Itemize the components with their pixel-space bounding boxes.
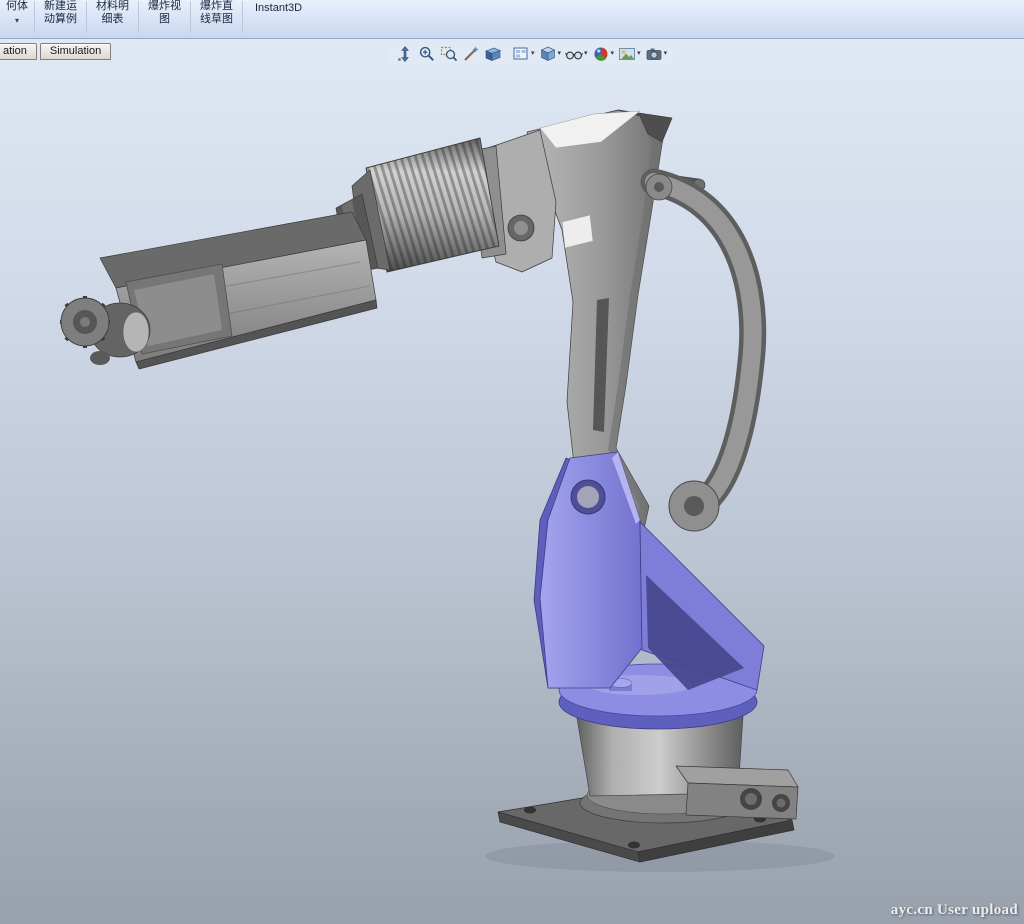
dropdown-arrow-icon[interactable]: ▾ bbox=[558, 50, 562, 58]
toolbar-button-label: 细表 bbox=[102, 13, 124, 26]
linkage-rod[interactable] bbox=[646, 172, 753, 531]
dropdown-arrow-icon[interactable]: ▾ bbox=[584, 50, 588, 58]
tab-animation[interactable]: ation bbox=[0, 43, 37, 60]
view-settings-button[interactable]: ▾ bbox=[644, 45, 669, 63]
hide-show-items-icon bbox=[565, 45, 583, 63]
display-style-icon bbox=[539, 45, 557, 63]
apply-scene-icon bbox=[618, 45, 636, 63]
command-toolbar: 何体 ▾ 新建运 动算例 材料明 细表 爆炸视 图 爆炸直 线草图 Instan… bbox=[0, 0, 1024, 39]
dropdown-arrow-icon[interactable]: ▾ bbox=[531, 50, 535, 58]
toolbar-button-instant3d[interactable]: Instant3D bbox=[245, 0, 312, 15]
zoom-to-fit-button[interactable] bbox=[395, 45, 415, 63]
toolbar-button-label: 材料明 bbox=[96, 0, 129, 13]
dropdown-arrow-icon[interactable]: ▾ bbox=[637, 50, 641, 58]
toolbar-separator bbox=[86, 1, 87, 33]
magnified-selection-icon bbox=[462, 45, 480, 63]
toolbar-separator bbox=[34, 1, 35, 33]
hide-show-items-button[interactable]: ▾ bbox=[564, 45, 589, 63]
dropdown-arrow-icon[interactable]: ▾ bbox=[15, 16, 19, 25]
toolbar-button-explode-line-sketch[interactable]: 爆炸直 线草图 bbox=[193, 0, 240, 26]
display-style-button[interactable]: ▾ bbox=[538, 45, 563, 63]
edit-appearance-button[interactable]: ▾ bbox=[591, 45, 616, 63]
view-orientation-icon bbox=[512, 45, 530, 63]
section-view-button[interactable] bbox=[483, 45, 503, 63]
zoom-to-fit-icon bbox=[396, 45, 414, 63]
toolbar-button-label: 爆炸视 bbox=[148, 0, 181, 13]
toolbar-button-label: 线草图 bbox=[200, 13, 233, 26]
toolbar-separator bbox=[190, 1, 191, 33]
apply-scene-button[interactable]: ▾ bbox=[617, 45, 642, 63]
toolbar-button-label: 新建运 bbox=[44, 0, 77, 13]
study-tab-bar: ation Simulation bbox=[0, 43, 111, 60]
heads-up-view-toolbar: ▾ ▾ ▾ bbox=[390, 44, 673, 64]
forearm[interactable] bbox=[60, 130, 593, 369]
section-view-icon bbox=[484, 45, 502, 63]
zoom-in-out-icon bbox=[418, 45, 436, 63]
magnified-selection-button[interactable] bbox=[461, 45, 481, 63]
toolbar-button-label: 图 bbox=[159, 13, 170, 26]
dropdown-arrow-icon[interactable]: ▾ bbox=[664, 50, 668, 58]
toolbar-button-exploded-view[interactable]: 爆炸视 图 bbox=[141, 0, 188, 26]
dropdown-arrow-icon[interactable]: ▾ bbox=[611, 50, 615, 58]
toolbar-button-label: 动算例 bbox=[44, 13, 77, 26]
toolbar-button-bill-of-materials[interactable]: 材料明 细表 bbox=[89, 0, 136, 26]
toolbar-button-partial[interactable]: 何体 ▾ bbox=[2, 0, 32, 25]
edit-appearance-icon bbox=[592, 45, 610, 63]
zoom-in-out-button[interactable] bbox=[417, 45, 437, 63]
solidworks-window: 何体 ▾ 新建运 动算例 材料明 细表 爆炸视 图 爆炸直 线草图 Instan… bbox=[0, 0, 1024, 924]
view-orientation-button[interactable]: ▾ bbox=[511, 45, 536, 63]
robot-arm-model[interactable] bbox=[0, 38, 1024, 924]
toolbar-button-label: 何体 bbox=[6, 0, 28, 13]
toolbar-separator bbox=[242, 1, 243, 33]
toolbar-button-new-motion-study[interactable]: 新建运 动算例 bbox=[37, 0, 84, 26]
side-connector-box[interactable] bbox=[676, 766, 798, 819]
toolbar-separator bbox=[138, 1, 139, 33]
graphics-viewport[interactable]: ation Simulation bbox=[0, 38, 1024, 924]
view-settings-icon bbox=[645, 45, 663, 63]
watermark-text: ayc.cn User upload bbox=[891, 902, 1018, 919]
zoom-to-area-button[interactable] bbox=[439, 45, 459, 63]
zoom-to-area-icon bbox=[440, 45, 458, 63]
toolbar-button-label: 爆炸直 bbox=[200, 0, 233, 13]
tab-simulation[interactable]: Simulation bbox=[40, 43, 111, 60]
